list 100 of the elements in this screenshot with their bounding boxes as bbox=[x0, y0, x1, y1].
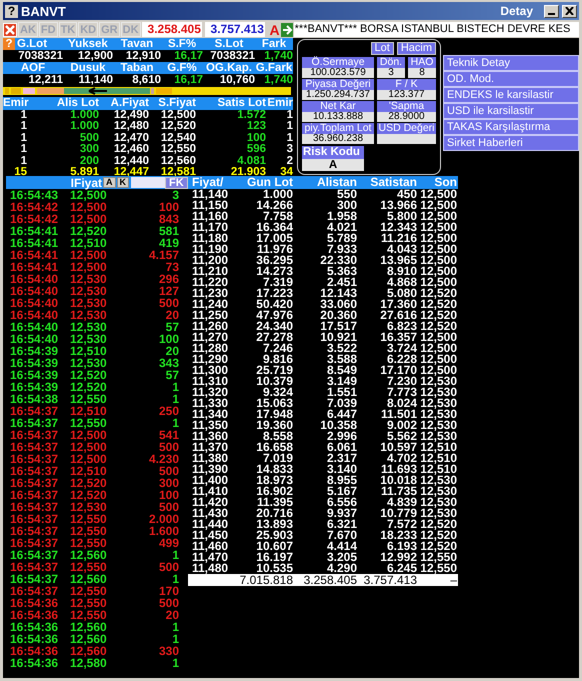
table-cell-text: 12,530 bbox=[419, 420, 457, 431]
trade-time: 16:54:36 bbox=[9, 657, 60, 669]
table-cell-text: 4.868 bbox=[386, 277, 417, 288]
trade-time: 16:54:39 bbox=[9, 357, 60, 369]
table-cell-text: 20.360 bbox=[319, 310, 357, 321]
table-cell-text: 11,440 bbox=[191, 519, 228, 530]
table-cell-text: 14.273 bbox=[255, 266, 293, 277]
table-cell-text: 13.893 bbox=[255, 519, 293, 530]
window-title: BANVT bbox=[21, 4, 66, 18]
menu-button[interactable]: USD ile karsilastir bbox=[443, 103, 579, 119]
table-cell-text: 16.364 bbox=[255, 222, 293, 233]
total-cell-text: 3.757.413 bbox=[362, 574, 417, 586]
table-cell-text: 11,220 bbox=[191, 277, 228, 288]
table-cell-text: 8.558 bbox=[262, 431, 293, 442]
trade-time: 16:54:36 bbox=[9, 597, 60, 609]
table-cell-text: 12,500 bbox=[419, 343, 457, 354]
trade-lot: 100 bbox=[158, 333, 179, 345]
stat-label: USD Değeri bbox=[377, 123, 436, 134]
menu-button[interactable]: Teknik Detay bbox=[443, 55, 579, 71]
menu-button[interactable]: Sirket Haberleri bbox=[443, 135, 579, 151]
table-cell-text: 12,550 bbox=[419, 552, 457, 563]
trade-price: 12,500 bbox=[70, 189, 108, 201]
total-cell-text: 7.015.818 bbox=[238, 574, 293, 586]
table-cell-text: 11,450 bbox=[191, 530, 228, 541]
table-cell-text: 3.588 bbox=[326, 354, 357, 365]
filter-button[interactable]: FK bbox=[165, 176, 188, 188]
toggle-button[interactable]: Lot bbox=[370, 42, 394, 55]
field-value: 8,610 bbox=[131, 74, 161, 86]
trade-price: 12,520 bbox=[70, 381, 108, 393]
table-cell-text: 12,520 bbox=[419, 541, 457, 552]
trade-lot: 330 bbox=[158, 645, 179, 657]
table-cell-text: 5.167 bbox=[326, 486, 357, 497]
table-cell-text: 11,210 bbox=[191, 266, 228, 277]
menu-button[interactable]: OD. Mod. bbox=[443, 71, 579, 87]
table-cell-text: 14.833 bbox=[255, 464, 293, 475]
table-cell-text: 12,530 bbox=[419, 431, 457, 442]
table-cell-text: 1 bbox=[286, 132, 293, 144]
table-cell-text: 11,300 bbox=[191, 365, 228, 376]
buy-total: 3.258.405 bbox=[142, 22, 202, 37]
column-header: Alistan bbox=[316, 176, 357, 189]
trade-lot: 1 bbox=[171, 657, 179, 669]
field-label: Yuksek bbox=[68, 38, 108, 50]
trade-time: 16:54:40 bbox=[9, 321, 60, 333]
trade-time: 16:54:40 bbox=[9, 297, 60, 309]
table-cell-text: 17.223 bbox=[255, 288, 293, 299]
close-button[interactable] bbox=[562, 4, 577, 18]
total-cell-text: 15 bbox=[13, 166, 27, 178]
table-cell-text: 1 bbox=[20, 144, 27, 156]
risk-label: Risk Kodu bbox=[302, 146, 364, 159]
table-cell-text: 12,520 bbox=[419, 310, 457, 321]
detail-title: Detay bbox=[500, 4, 533, 18]
trade-lot: 20 bbox=[164, 609, 179, 621]
arrow-icon[interactable] bbox=[280, 22, 293, 36]
table-cell-text: 10.779 bbox=[379, 508, 417, 519]
column-header: A.Fiyat bbox=[110, 97, 149, 110]
table-cell-text: 12,510 bbox=[419, 453, 457, 464]
table-cell-text: 11,370 bbox=[191, 442, 228, 453]
filter-button[interactable]: A bbox=[103, 177, 116, 188]
stat-label: HAO bbox=[408, 57, 436, 68]
trade-lot: 57 bbox=[164, 369, 179, 381]
table-cell-text: 11,240 bbox=[191, 299, 228, 310]
toggle-button[interactable]: Hacim bbox=[396, 42, 436, 55]
table-cell-text: 12,500 bbox=[419, 189, 457, 200]
trade-time: 16:54:37 bbox=[9, 405, 60, 417]
table-cell-text: 6.245 bbox=[386, 563, 417, 574]
menu-button[interactable]: TAKAS Karşılaştırma bbox=[443, 119, 579, 135]
column-header: S.Fiyat bbox=[157, 97, 196, 110]
minimize-button[interactable] bbox=[544, 4, 559, 18]
table-cell-text: 7.039 bbox=[326, 398, 357, 409]
trade-price: 12,530 bbox=[70, 501, 108, 513]
table-cell-text: 300 bbox=[78, 144, 99, 156]
trade-price: 12,530 bbox=[70, 309, 108, 321]
trade-price: 12,520 bbox=[70, 369, 108, 381]
filter-button[interactable]: K bbox=[116, 177, 129, 188]
table-cell-text: 12,520 bbox=[419, 519, 457, 530]
help-button[interactable]: ? bbox=[5, 4, 18, 18]
filter-field[interactable] bbox=[131, 177, 165, 188]
table-cell-text: 12,530 bbox=[419, 387, 457, 398]
trade-lot: 73 bbox=[164, 261, 179, 273]
column-header: Emir bbox=[3, 97, 27, 110]
trade-lot: 4.157 bbox=[148, 249, 179, 261]
flag-label: A bbox=[270, 22, 280, 38]
field-value: 1,740 bbox=[263, 74, 293, 86]
help-button[interactable]: ? bbox=[3, 38, 15, 50]
stat-label: Ö.Sermaye bbox=[302, 57, 374, 68]
field-label: G.Lot bbox=[17, 38, 48, 50]
menu-button[interactable]: ENDEKS le karsilastir bbox=[443, 87, 579, 103]
table-cell-text: 6.556 bbox=[326, 497, 357, 508]
trade-time: 16:54:37 bbox=[9, 441, 60, 453]
table-cell-text: 12,530 bbox=[419, 508, 457, 519]
table-cell-text: 5.363 bbox=[326, 266, 357, 277]
stat-value: 28.9000 bbox=[377, 112, 436, 122]
sell-total: 3.757.413 bbox=[204, 22, 265, 37]
trade-price: 12,560 bbox=[70, 621, 108, 633]
table-cell-text: 1.000 bbox=[262, 189, 293, 200]
table-cell-text: 1 bbox=[20, 121, 27, 133]
table-cell-text: 5.562 bbox=[386, 431, 417, 442]
table-cell-text: 4.021 bbox=[326, 222, 357, 233]
table-cell-text: 10.358 bbox=[319, 420, 357, 431]
table-cell-text: 12,500 bbox=[419, 233, 457, 244]
